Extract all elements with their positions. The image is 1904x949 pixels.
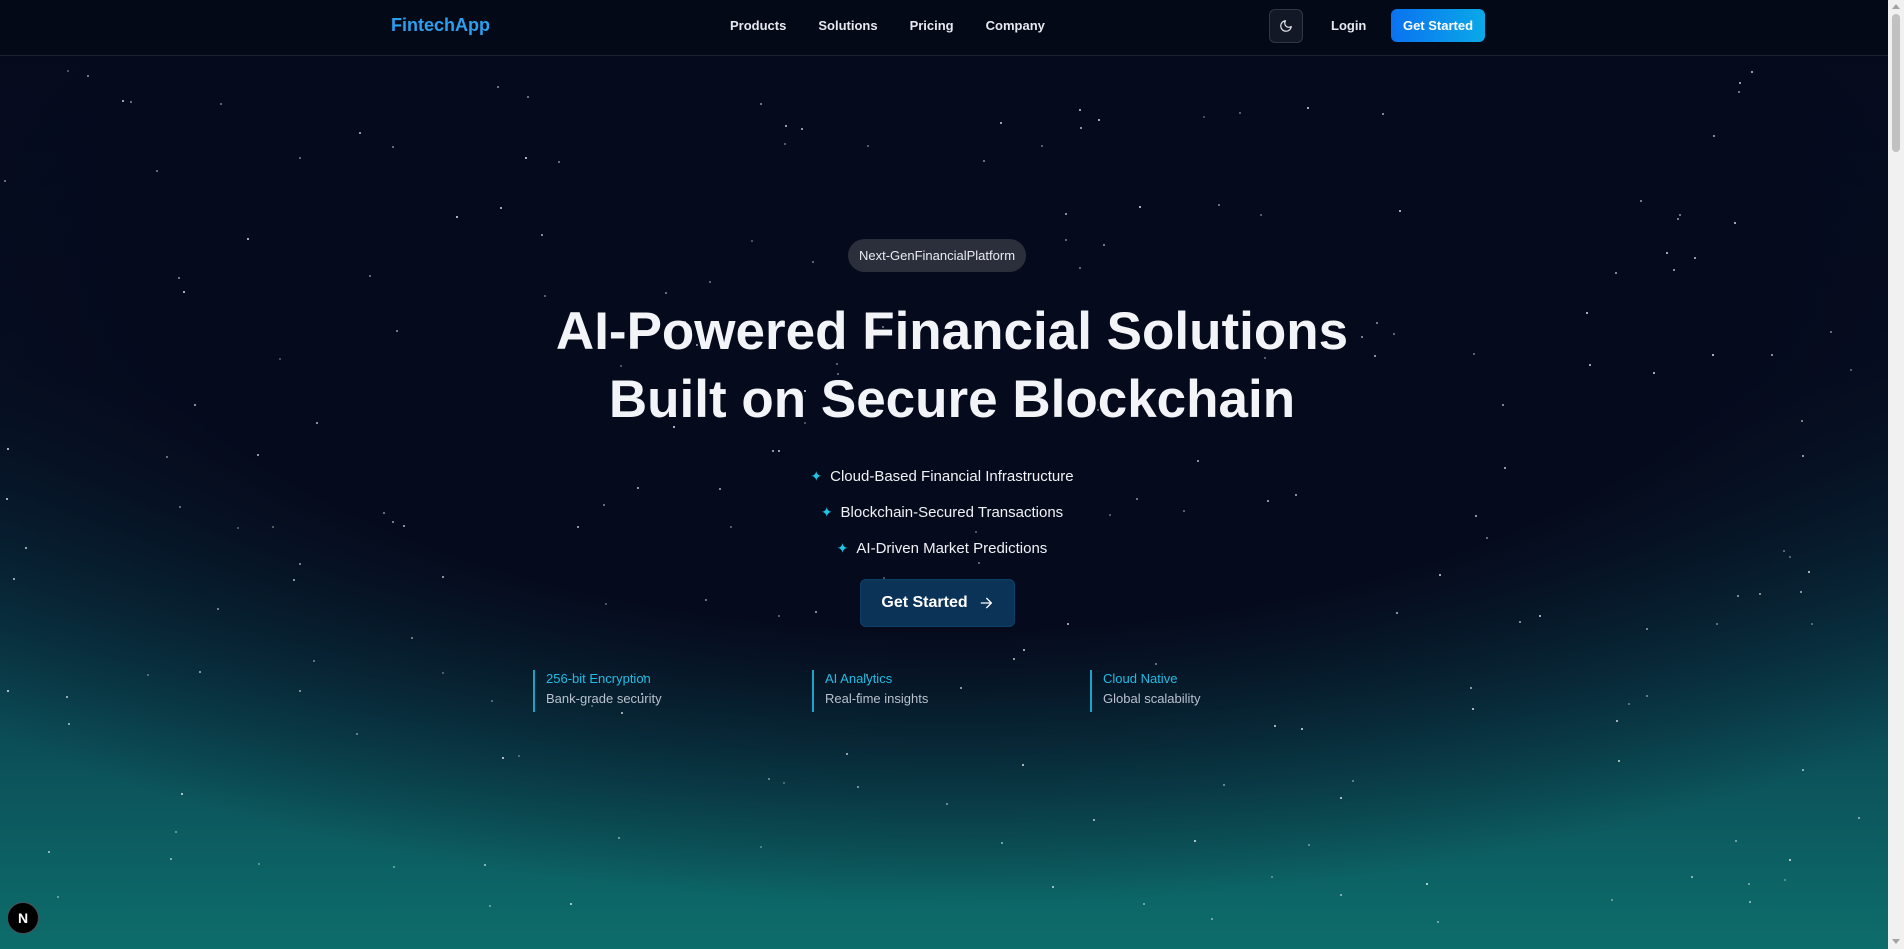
hero-cta-label: Get Started (881, 594, 968, 611)
top-navbar: FintechApp Products Solutions Pricing Co… (0, 0, 1888, 56)
stat-subtitle: Real-time insights (825, 691, 929, 706)
login-link[interactable]: Login (1331, 18, 1366, 33)
feature-label: Cloud-Based Financial Infrastructure (830, 467, 1074, 485)
feature-label: AI-Driven Market Predictions (856, 539, 1048, 557)
nav-links: Products Solutions Pricing Company (730, 18, 1045, 33)
stat-encryption: 256-bit Encryption Bank-grade security (533, 670, 662, 712)
stat-subtitle: Global scalability (1103, 691, 1201, 706)
hero-get-started-button[interactable]: Get Started (860, 579, 1015, 627)
moon-icon (1280, 20, 1292, 32)
hero-title-line-1: AI-Powered Financial Solutions (555, 302, 1349, 361)
stat-subtitle: Bank-grade security (546, 691, 662, 706)
feature-item: ✦ Cloud-Based Financial Infrastructure (752, 458, 1132, 494)
sparkle-icon: ✦ (820, 503, 833, 520)
theme-toggle-button[interactable] (1269, 9, 1303, 43)
feature-list: ✦ Cloud-Based Financial Infrastructure ✦… (752, 458, 1132, 566)
dev-tools-badge[interactable]: N (7, 902, 39, 934)
hero-title-line-2: Built on Secure Blockchain (608, 370, 1296, 429)
stat-title: AI Analytics (825, 671, 893, 686)
stat-cloud-native: Cloud Native Global scalability (1090, 670, 1201, 712)
nav-solutions[interactable]: Solutions (818, 18, 877, 33)
scroll-thumb[interactable] (1892, 14, 1900, 152)
nav-products[interactable]: Products (730, 18, 786, 33)
logo[interactable]: FintechApp (391, 15, 490, 36)
vertical-scrollbar[interactable] (1888, 0, 1904, 949)
feature-item: ✦ Blockchain-Secured Transactions (752, 494, 1132, 530)
stat-title: Cloud Native (1103, 671, 1178, 686)
stat-title: 256-bit Encryption (546, 671, 651, 686)
scroll-up-arrow-icon[interactable] (1892, 4, 1900, 9)
sparkle-icon: ✦ (836, 539, 849, 556)
sparkle-icon: ✦ (810, 467, 823, 484)
feature-item: ✦ AI-Driven Market Predictions (752, 530, 1132, 566)
hero-title: AI-Powered Financial Solutions Built on … (452, 298, 1452, 434)
platform-badge: Next-GenFinancialPlatform (848, 239, 1026, 272)
feature-label: Blockchain-Secured Transactions (840, 503, 1064, 521)
arrow-right-icon (980, 597, 992, 609)
nav-get-started-button[interactable]: Get Started (1391, 9, 1485, 42)
stat-ai-analytics: AI Analytics Real-time insights (812, 670, 928, 712)
nav-pricing[interactable]: Pricing (910, 18, 954, 33)
scroll-down-arrow-icon[interactable] (1892, 939, 1900, 944)
nav-company[interactable]: Company (986, 18, 1045, 33)
